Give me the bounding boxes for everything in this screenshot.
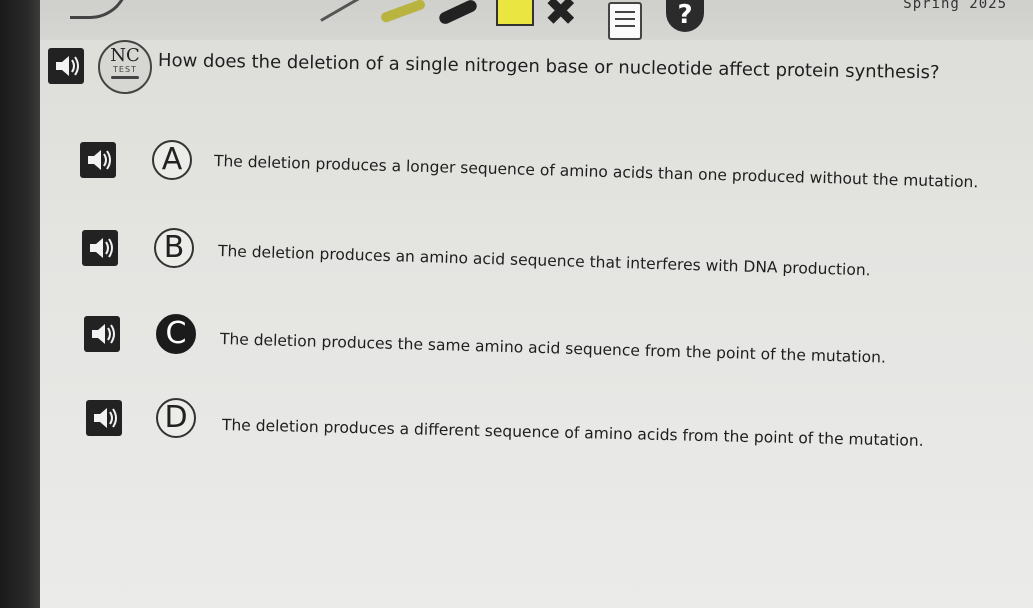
badge-nc-text: NC xyxy=(110,45,140,66)
choice-c-letter[interactable]: C xyxy=(156,314,196,354)
arc-tool-icon[interactable] xyxy=(70,0,129,19)
choice-c-speaker-icon[interactable] xyxy=(84,316,120,352)
choice-d-letter[interactable]: D xyxy=(156,398,196,438)
choice-b-letter[interactable]: B xyxy=(154,228,194,268)
choice-d-speaker-icon[interactable] xyxy=(86,400,122,436)
highlighter-box-icon[interactable] xyxy=(496,0,534,26)
monitor-bezel xyxy=(0,0,40,608)
badge-underline xyxy=(111,76,139,79)
eliminator-x-icon[interactable]: ✖ xyxy=(544,0,578,32)
toolbar: ✖ ? Spring 2025 xyxy=(40,0,1033,40)
notepad-icon[interactable] xyxy=(608,2,642,40)
test-screen xyxy=(40,0,1033,608)
help-icon[interactable]: ? xyxy=(666,0,704,32)
question-speaker-icon[interactable] xyxy=(48,48,84,84)
choice-a-speaker-icon[interactable] xyxy=(80,142,116,178)
choice-b-speaker-icon[interactable] xyxy=(82,230,118,266)
answer-choice-d[interactable]: D The deletion produces a different sequ… xyxy=(0,396,1033,450)
answer-choice-b[interactable]: B The deletion produces an amino acid se… xyxy=(0,226,1033,279)
choice-a-letter[interactable]: A xyxy=(152,140,192,180)
pen-tool-icon[interactable] xyxy=(379,0,427,24)
line-tool-icon[interactable] xyxy=(320,0,360,22)
answer-choice-c[interactable]: C The deletion produces the same amino a… xyxy=(0,312,1033,367)
badge-test-text: TEST xyxy=(113,65,137,74)
nc-test-logo: NC TEST xyxy=(98,40,152,94)
answer-choice-a[interactable]: A The deletion produces a longer sequenc… xyxy=(0,140,1033,191)
marker-tool-icon[interactable] xyxy=(437,0,479,26)
season-label: Spring 2025 xyxy=(903,0,1007,12)
